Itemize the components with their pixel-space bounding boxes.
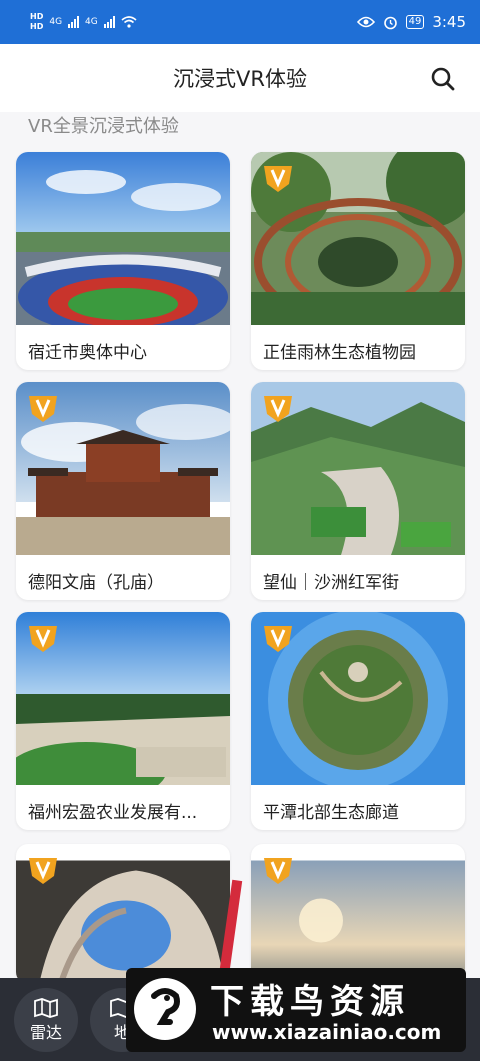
card-title: 福州宏盈农业发展有... — [28, 803, 198, 823]
alarm-icon — [383, 16, 397, 29]
status-left: HD HD 4G 4G — [30, 12, 137, 32]
status-right: 49 3:45 — [356, 13, 466, 31]
eye-icon — [356, 16, 375, 28]
vr-card[interactable]: 宿迁市奥体中心 — [16, 152, 230, 370]
vr-card[interactable] — [16, 844, 230, 984]
vr-card[interactable]: 平潭北部生态廊道 — [251, 612, 465, 830]
card-title: 正佳雨林生态植物园 — [263, 343, 416, 363]
map-icon — [34, 998, 58, 1018]
battery-icon: 49 — [405, 15, 425, 29]
signal-icon — [68, 16, 80, 28]
hd-label-1: HD — [30, 12, 44, 21]
hd-indicator: HD HD — [30, 12, 43, 32]
card-title: 望仙｜沙洲红军街 — [263, 573, 399, 593]
section-title: VR全景沉浸式体验 — [28, 116, 179, 137]
vip-badge-icon — [264, 626, 292, 652]
vip-badge-icon — [264, 166, 292, 192]
vr-card[interactable]: 望仙｜沙洲红军街 — [251, 382, 465, 600]
network-label-1: 4G — [49, 17, 63, 27]
status-bar: HD HD 4G 4G 49 3:45 — [0, 0, 480, 44]
search-icon[interactable] — [430, 66, 456, 92]
vip-badge-icon — [29, 626, 57, 652]
hd-label-2: HD — [30, 22, 44, 31]
card-title: 德阳文庙（孔庙） — [28, 573, 164, 593]
watermark-url: www.xiazainiao.com — [212, 1020, 442, 1044]
vr-card[interactable]: 德阳文庙（孔庙） — [16, 382, 230, 600]
bird-logo-icon — [134, 978, 196, 1040]
page-title: 沉浸式VR体验 — [173, 67, 307, 91]
vip-badge-icon — [29, 396, 57, 422]
vr-card[interactable]: 正佳雨林生态植物园 — [251, 152, 465, 370]
network-label-2: 4G — [85, 17, 98, 27]
card-title: 宿迁市奥体中心 — [28, 343, 147, 363]
nav-label: 雷达 — [29, 1023, 62, 1042]
signal-icon-2 — [103, 16, 115, 28]
vr-card[interactable]: 福州宏盈农业发展有... — [16, 612, 230, 830]
watermark-banner: 下载鸟资源 www.xiazainiao.com — [126, 968, 466, 1052]
nav-item-radar[interactable]: 雷达 — [14, 988, 78, 1052]
vip-badge-icon — [264, 858, 292, 884]
app-header: 沉浸式VR体验 — [0, 44, 480, 112]
watermark-title: 下载鸟资源 — [210, 982, 410, 1022]
card-title: 平潭北部生态廊道 — [263, 803, 399, 823]
wifi-icon — [121, 16, 137, 28]
clock: 3:45 — [432, 13, 466, 31]
vip-badge-icon — [29, 858, 57, 884]
vr-card[interactable] — [251, 844, 465, 984]
vip-badge-icon — [264, 396, 292, 422]
card-thumbnail — [16, 152, 230, 335]
